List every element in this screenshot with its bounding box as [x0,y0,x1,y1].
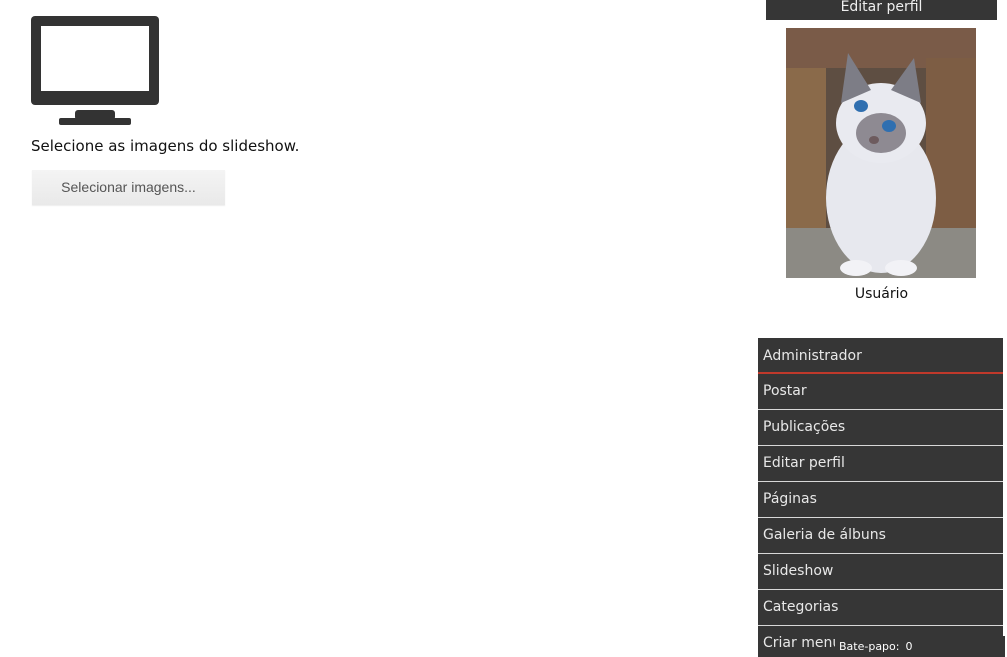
page: Selecione as imagens do slideshow. Selec… [0,0,1007,657]
avatar [786,28,976,278]
edit-profile-button[interactable]: Editar perfil [766,0,997,20]
menu-item-publicacoes[interactable]: Publicações [758,410,1003,446]
menu-item-paginas[interactable]: Páginas [758,482,1003,518]
monitor-icon [31,16,159,125]
menu-item-slideshow[interactable]: Slideshow [758,554,1003,590]
menu-item-postar[interactable]: Postar [758,374,1003,410]
slideshow-instruction: Selecione as imagens do slideshow. [31,137,300,155]
menu-item-categorias[interactable]: Categorias [758,590,1003,626]
admin-menu: Administrador Postar Publicações Editar … [758,338,1003,657]
menu-item-editar-perfil[interactable]: Editar perfil [758,446,1003,482]
admin-menu-header: Administrador [758,338,1003,374]
chat-count: 0 [905,640,913,653]
username-label: Usuário [854,286,909,302]
chat-bar[interactable]: Bate-papo: 0 [835,636,1005,657]
select-images-button[interactable]: Selecionar imagens... [32,170,225,205]
menu-item-galeria-albuns[interactable]: Galeria de álbuns [758,518,1003,554]
chat-label: Bate-papo: [839,640,900,653]
